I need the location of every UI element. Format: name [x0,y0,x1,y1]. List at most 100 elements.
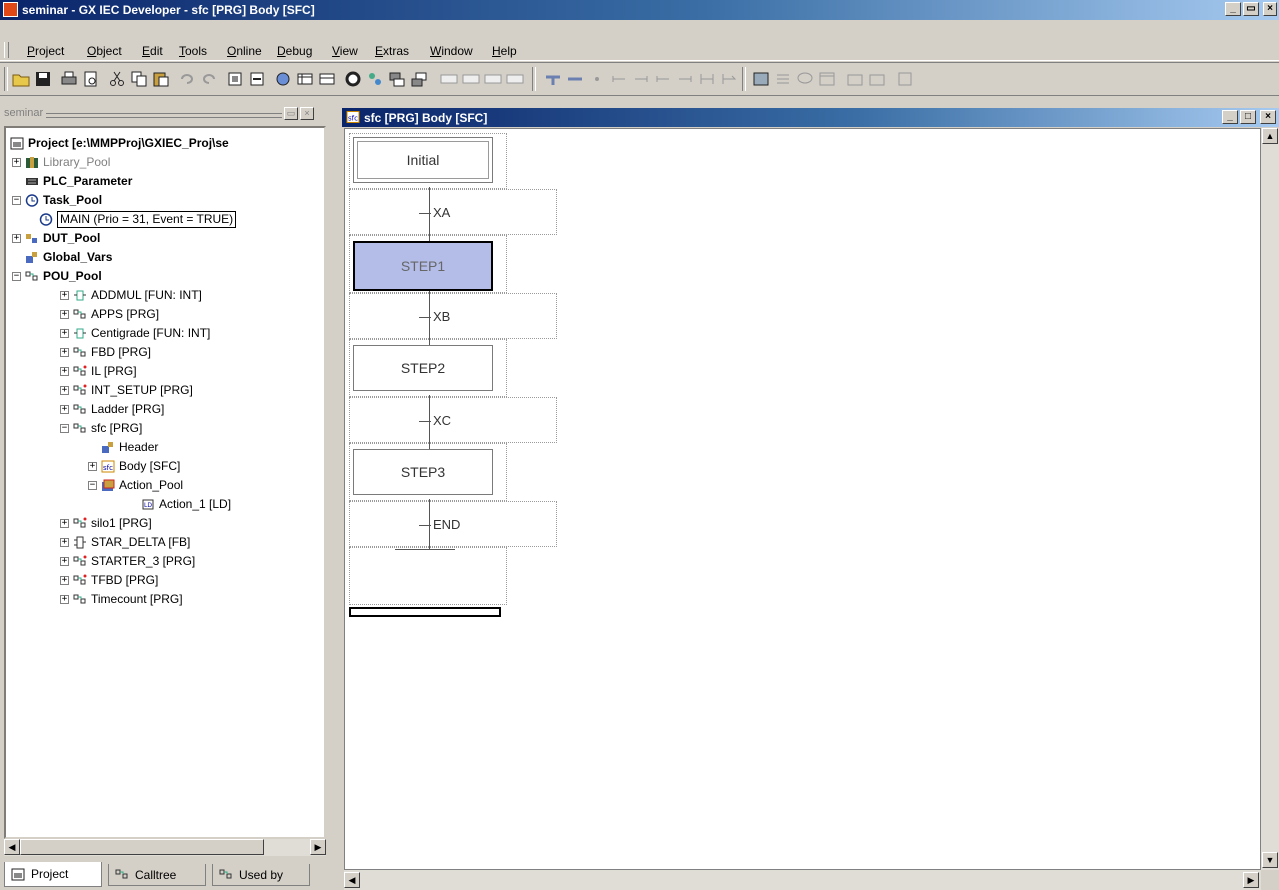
collapse-icon[interactable]: − [12,271,21,281]
doc-minimize-button[interactable]: _ [1222,110,1238,124]
collapse-icon[interactable]: − [12,195,21,205]
menu-online[interactable]: Online [227,44,262,58]
menu-help[interactable]: Help [492,44,517,58]
editor-mode-3-icon[interactable] [484,70,502,88]
cut-icon[interactable] [108,70,126,88]
sfc-transition-bar[interactable] [419,421,431,422]
print-preview-icon[interactable] [82,70,100,88]
tree-item-task-pool[interactable]: − Task_Pool [12,191,102,209]
scroll-left-icon[interactable]: ◀ [4,839,20,855]
window-icon[interactable] [818,70,836,88]
tree-item-pou[interactable]: + TFBD [PRG] [60,571,158,589]
minimize-button[interactable]: _ [1225,2,1241,16]
sfc-transition-icon[interactable] [566,70,584,88]
menu-extras[interactable]: Extras [375,44,409,58]
cascade-icon[interactable] [868,70,886,88]
tree-item-pou[interactable]: + silo1 [PRG] [60,514,152,532]
tree-root[interactable]: Project [e:\MMPProj\GXIEC_Proj\se [10,134,229,152]
project-tree-horizontal-scrollbar[interactable]: ◀ ▶ [4,839,326,856]
scroll-right-icon[interactable]: ▶ [1243,872,1259,888]
online-icon[interactable] [344,70,362,88]
expand-icon[interactable]: + [60,328,69,338]
download-icon[interactable] [388,70,406,88]
menu-edit[interactable]: Edit [142,44,163,58]
menu-object[interactable]: Object [87,44,122,58]
tab-project[interactable]: Project [4,862,102,887]
editor-mode-2-icon[interactable] [462,70,480,88]
tree-item-pou[interactable]: + FBD [PRG] [60,343,151,361]
editor-vertical-scrollbar[interactable]: ▲ ▼ [1261,128,1279,870]
expand-icon[interactable]: + [60,518,69,528]
sfc-branch-6-icon[interactable] [720,70,738,88]
maximize-button[interactable]: ▭ [1243,2,1259,16]
expand-icon[interactable]: + [12,157,21,167]
expand-icon[interactable]: + [12,233,21,243]
tree-item-library-pool[interactable]: + Library_Pool [12,153,110,171]
undo-icon[interactable] [178,70,196,88]
help-icon[interactable] [896,70,914,88]
copy-icon[interactable] [130,70,148,88]
tile-icon[interactable] [846,70,864,88]
editor-cursor[interactable] [349,607,501,617]
doc-close-button[interactable]: × [1260,110,1276,124]
variables-icon[interactable] [296,70,314,88]
sfc-branch-2-icon[interactable] [632,70,650,88]
expand-icon[interactable]: + [60,575,69,585]
panel-minimize-button[interactable]: ▭ [284,107,298,120]
tree-item-pou[interactable]: + STAR_DELTA [FB] [60,533,190,551]
zoom-icon[interactable] [752,70,770,88]
sfc-transition-xc[interactable]: XC [433,413,451,428]
tree-item-pou-pool[interactable]: − POU_Pool [12,267,102,285]
expand-icon[interactable]: + [60,594,69,604]
sfc-editor-canvas[interactable]: Initial STEP1 STEP2 STEP3 XA XB XC END [344,128,1261,870]
sfc-transition-bar[interactable] [419,317,431,318]
header-icon[interactable] [318,70,336,88]
list-icon[interactable] [774,70,792,88]
editor-mode-1-icon[interactable] [440,70,458,88]
sfc-initial-step[interactable]: Initial [353,137,493,183]
new-object-icon[interactable] [226,70,244,88]
expand-icon[interactable]: + [60,366,69,376]
tree-item-pou[interactable]: + Ladder [PRG] [60,400,164,418]
expand-icon[interactable]: + [60,404,69,414]
tree-item-pou[interactable]: + STARTER_3 [PRG] [60,552,195,570]
menu-project[interactable]: Project [27,44,64,58]
print-icon[interactable] [60,70,78,88]
tree-item-pou[interactable]: + APPS [PRG] [60,305,159,323]
comment-icon[interactable] [796,70,814,88]
scroll-up-icon[interactable]: ▲ [1262,128,1278,144]
transfer-icon[interactable] [366,70,384,88]
expand-icon[interactable]: + [88,461,97,471]
expand-icon[interactable]: + [60,347,69,357]
expand-icon[interactable]: + [60,385,69,395]
scroll-left-icon[interactable]: ◀ [344,872,360,888]
doc-maximize-button[interactable]: □ [1240,110,1256,124]
paste-icon[interactable] [152,70,170,88]
editor-horizontal-scrollbar[interactable]: ◀ ▶ [344,870,1261,890]
tab-calltree[interactable]: Calltree [108,864,206,886]
redo-icon[interactable] [200,70,218,88]
close-button[interactable]: × [1263,2,1277,16]
tree-item-plc-parameter[interactable]: PLC_Parameter [25,172,132,190]
sfc-jump-icon[interactable] [588,70,606,88]
tree-item-main-task[interactable]: MAIN (Prio = 31, Event = TRUE) [39,210,237,228]
tree-item-action-pool[interactable]: − Action_Pool [88,476,183,494]
expand-icon[interactable]: + [60,537,69,547]
tree-item-pou[interactable]: − sfc [PRG] [60,419,142,437]
sfc-transition-xb[interactable]: XB [433,309,450,324]
sfc-step-step1[interactable]: STEP1 [353,241,493,291]
tree-item-body[interactable]: + sfc Body [SFC] [88,457,180,475]
sfc-branch-4-icon[interactable] [676,70,694,88]
sfc-transition-bar[interactable] [419,525,431,526]
menu-window[interactable]: Window [430,44,473,58]
scroll-thumb[interactable] [20,839,264,855]
tree-item-header[interactable]: Header [101,438,158,456]
sfc-branch-1-icon[interactable] [610,70,628,88]
expand-icon[interactable]: + [60,290,69,300]
sfc-branch-3-icon[interactable] [654,70,672,88]
tree-item-dut-pool[interactable]: + DUT_Pool [12,229,100,247]
sfc-transition-end[interactable]: END [433,517,460,532]
collapse-icon[interactable]: − [88,480,97,490]
sfc-step-icon[interactable] [544,70,562,88]
tree-item-action-1[interactable]: LD Action_1 [LD] [141,495,231,513]
